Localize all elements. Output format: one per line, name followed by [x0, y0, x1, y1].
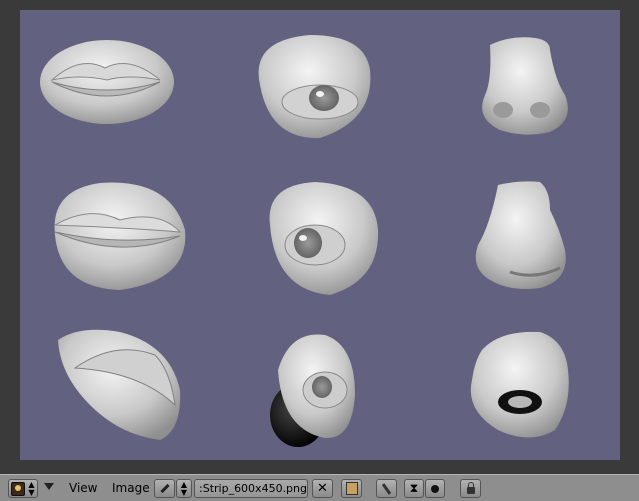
- record-icon: [431, 484, 439, 493]
- updown-arrows-icon: ▲ ▼: [180, 479, 188, 497]
- image-browse-arrows[interactable]: ▲ ▼: [176, 479, 192, 498]
- image-name-field[interactable]: :Strip_600x450.png: [194, 479, 308, 498]
- pack-image-button[interactable]: [341, 479, 362, 498]
- rendered-image: [20, 10, 620, 460]
- hourglass-button[interactable]: ⧗: [404, 479, 424, 498]
- updown-arrows-icon: ▲ ▼: [28, 479, 35, 497]
- lock-icon: [466, 482, 475, 494]
- image-viewport[interactable]: [20, 10, 620, 460]
- image-browse-button[interactable]: [154, 479, 175, 498]
- unlink-image-button[interactable]: ✕: [312, 479, 333, 498]
- header-collapse-toggle[interactable]: [44, 483, 54, 490]
- package-icon: [345, 482, 358, 495]
- menu-view[interactable]: View: [69, 480, 97, 496]
- pin-icon: [159, 483, 170, 494]
- record-button[interactable]: [425, 479, 445, 498]
- paint-mode-button[interactable]: [376, 479, 397, 498]
- editor-header: ▲ ▼ View Image ▲ ▼ :Strip_600x450.png ✕ ⧗: [0, 474, 639, 501]
- mouth-front: [40, 40, 174, 124]
- close-icon: ✕: [317, 481, 328, 496]
- menu-image[interactable]: Image: [112, 480, 150, 496]
- lock-button[interactable]: [460, 479, 481, 498]
- image-editor-window: [0, 0, 639, 474]
- hourglass-icon: ⧗: [409, 481, 419, 495]
- brush-icon: [381, 482, 392, 495]
- image-editor-icon: [11, 481, 26, 496]
- editor-type-selector[interactable]: ▲ ▼: [8, 479, 38, 498]
